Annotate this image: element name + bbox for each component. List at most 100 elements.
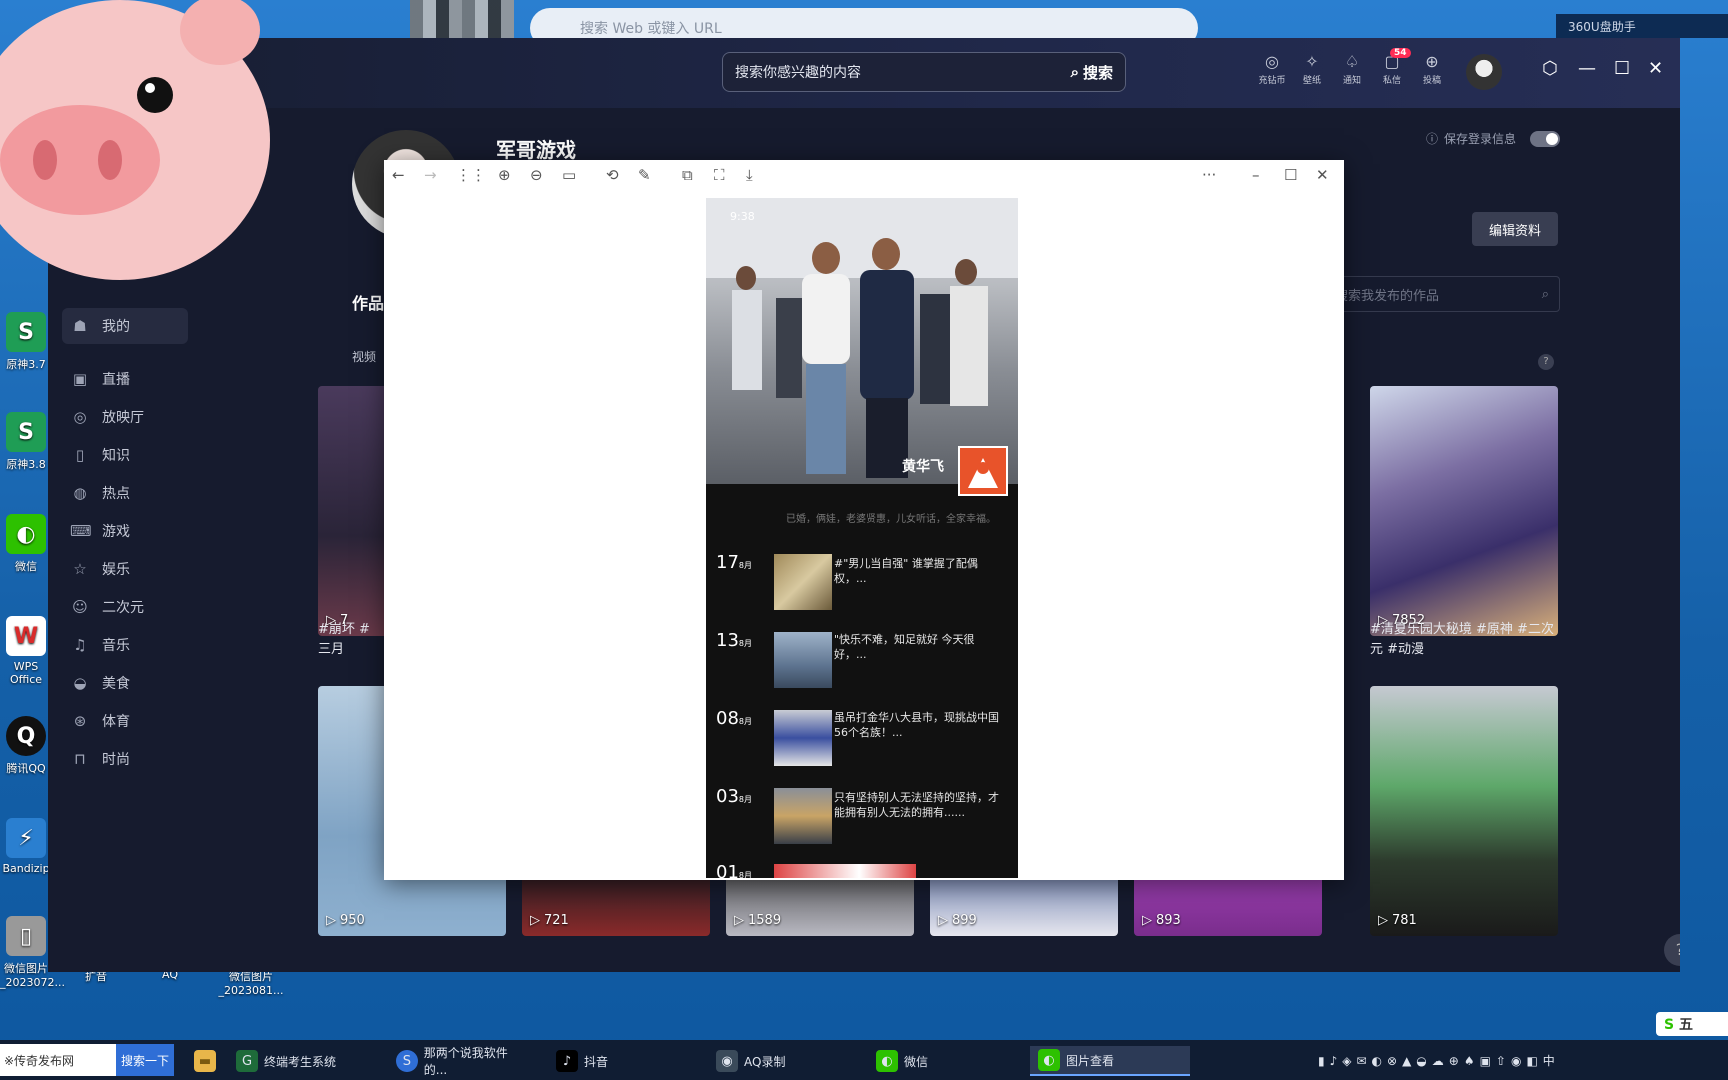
notification-button[interactable]: ♤ 通知 bbox=[1332, 52, 1372, 86]
maximize-icon[interactable]: ☐ bbox=[1614, 58, 1630, 79]
ime-indicator[interactable]: 中 bbox=[1543, 1054, 1560, 1068]
wallpaper-button[interactable]: ✧ 壁纸 bbox=[1292, 52, 1332, 86]
desktop-icon-wechat[interactable]: ◐ 微信 bbox=[0, 514, 52, 574]
sidebar-item-label: 娱乐 bbox=[102, 562, 130, 578]
sidebar-item-label: 知识 bbox=[102, 448, 130, 464]
more-icon[interactable]: ··· bbox=[1202, 166, 1216, 184]
taskbar-app-wechat[interactable]: ◐ 微信 bbox=[868, 1046, 1018, 1076]
taskbar-search-button[interactable]: 搜索一下 bbox=[116, 1044, 174, 1076]
user-avatar[interactable] bbox=[1466, 54, 1502, 90]
minimize-icon[interactable]: – bbox=[1252, 166, 1260, 184]
sidebar-item-label: 二次元 bbox=[102, 600, 144, 616]
search-button-label: 搜索 bbox=[1082, 63, 1113, 82]
works-search-input[interactable]: 搜索我发布的作品 ⌕ bbox=[1328, 276, 1560, 312]
search-button[interactable]: ⌕ 搜索 bbox=[1071, 62, 1113, 83]
filter-video[interactable]: 视频 bbox=[352, 348, 376, 365]
food-icon: ◒ bbox=[73, 674, 87, 692]
taskbar-app-sogou[interactable]: S 那两个说我软件的... bbox=[388, 1046, 538, 1077]
taskbar-app-aq[interactable]: ◉ AQ录制 bbox=[708, 1046, 858, 1076]
sidebar-item-label: 放映厅 bbox=[102, 410, 144, 426]
sogou-icon: S bbox=[1664, 1017, 1675, 1033]
spreadsheet-icon: S bbox=[6, 412, 46, 452]
desktop-icon-genshin-38[interactable]: S 原神3.8 bbox=[0, 412, 52, 472]
search-input[interactable]: 搜索你感兴趣的内容 ⌕ 搜索 bbox=[722, 52, 1126, 92]
close-icon[interactable]: ✕ bbox=[1648, 58, 1663, 79]
back-arrow-icon[interactable]: ← bbox=[392, 166, 405, 184]
grid-icon[interactable]: ⋮⋮ bbox=[456, 166, 486, 184]
desktop-icon-label: 微信图片_2023081... bbox=[218, 970, 284, 997]
edit-icon[interactable]: ✎ bbox=[638, 166, 651, 184]
sidebar-item-label: 体育 bbox=[102, 714, 130, 730]
sidebar-item-game[interactable]: ⌨ 游戏 bbox=[70, 514, 130, 548]
desktop-icon-qq[interactable]: Q 腾讯QQ bbox=[0, 716, 52, 776]
save-icon[interactable]: ⤓ bbox=[746, 166, 753, 184]
sidebar-item-mine[interactable]: ☗ 我的 bbox=[70, 309, 130, 343]
sidebar-item-sports[interactable]: ⊛ 体育 bbox=[70, 704, 130, 738]
wechat-icon: ◐ bbox=[6, 514, 46, 554]
tab-works[interactable]: 作品 bbox=[352, 290, 384, 314]
system-tray[interactable]: ▮♪◈✉◐⊗▲◒☁⊕♠▣⇧◉◧中 bbox=[1318, 1052, 1560, 1069]
taskbar-app-image-viewer[interactable]: ◐ 图片查看 bbox=[1030, 1046, 1190, 1076]
desktop-icon-bandizip[interactable]: ⚡ Bandizip bbox=[0, 818, 52, 875]
minimize-icon[interactable]: — bbox=[1578, 58, 1596, 79]
save-login-toggle[interactable] bbox=[1530, 130, 1561, 147]
play-icon: ▷ bbox=[530, 913, 540, 928]
upload-icon: ⊕ bbox=[1425, 52, 1439, 71]
video-card[interactable]: ▷ 781 bbox=[1370, 686, 1558, 936]
sidebar-item-knowledge[interactable]: ▯ 知识 bbox=[70, 438, 130, 472]
sidebar-item-hot[interactable]: ◍ 热点 bbox=[70, 476, 130, 510]
sidebar-item-music[interactable]: ♫ 音乐 bbox=[70, 628, 130, 662]
taskbar-app-label: 图片查看 bbox=[1066, 1053, 1115, 1068]
sidebar-item-label: 我的 bbox=[102, 319, 130, 335]
desktop-icon-genshin-37[interactable]: S 原神3.7 bbox=[0, 312, 52, 372]
crop-icon[interactable]: ⛶ bbox=[714, 166, 725, 184]
entry-text: 只有坚持别人无法坚持的坚持，才能拥有别人无法的拥有...... bbox=[834, 791, 999, 819]
taskbar-app-label: 微信 bbox=[904, 1054, 929, 1069]
entry-text: 虽吊打金华八大县市，现挑战中国56个名族！... bbox=[834, 711, 999, 739]
forward-arrow-icon[interactable]: → bbox=[424, 166, 437, 184]
save-login-label: 保存登录信息 bbox=[1444, 132, 1517, 146]
works-search-placeholder: 搜索我发布的作品 bbox=[1335, 288, 1440, 304]
edit-profile-button[interactable]: 编辑资料 bbox=[1472, 212, 1558, 246]
taskbar-app-douyin[interactable]: ♪ 抖音 bbox=[548, 1046, 698, 1076]
sidebar-item-anime[interactable]: ☺ 二次元 bbox=[70, 590, 144, 624]
wps-icon: W bbox=[6, 616, 46, 656]
crowd-photo-illustration bbox=[706, 198, 1018, 478]
anime-icon: ☺ bbox=[72, 598, 88, 616]
image-file-icon: ▯ bbox=[6, 916, 46, 956]
video-caption: #清夏乐园大秘境 #原神 #二次元 #动漫 bbox=[1370, 622, 1554, 657]
sidebar-item-live[interactable]: ▣ 直播 bbox=[70, 362, 130, 396]
video-card[interactable]: ▷ 7852 bbox=[1370, 386, 1558, 636]
coin-button[interactable]: ◎ 充钻币 bbox=[1252, 52, 1292, 86]
close-icon[interactable]: ✕ bbox=[1316, 166, 1329, 184]
zoom-in-icon[interactable]: ⊕ bbox=[498, 166, 511, 184]
sidebar-item-fashion[interactable]: ⊓ 时尚 bbox=[70, 742, 130, 776]
settings-icon[interactable]: ⬡ bbox=[1542, 58, 1558, 79]
taskbar-app-exam[interactable]: G 终端考生系统 bbox=[228, 1046, 378, 1076]
rotate-icon[interactable]: ⟲ bbox=[606, 166, 619, 184]
input-method-badge[interactable]: S 五 bbox=[1656, 1012, 1728, 1036]
pig-face-sticker bbox=[0, 0, 270, 280]
entry-date: 018月 bbox=[716, 862, 752, 878]
sidebar-item-label: 美食 bbox=[102, 676, 130, 692]
copy-icon[interactable]: ⧉ bbox=[682, 166, 693, 184]
help-icon[interactable]: ? bbox=[1538, 354, 1554, 370]
sidebar-item-food[interactable]: ◒ 美食 bbox=[70, 666, 130, 700]
desktop-icon-wechat-image[interactable]: ▯ 微信图片_2023072... bbox=[0, 916, 65, 989]
maximize-icon[interactable]: ☐ bbox=[1284, 166, 1297, 184]
fit-icon[interactable]: ▭ bbox=[562, 166, 576, 184]
video-card[interactable]: ▷ 7 bbox=[318, 386, 388, 636]
sidebar-item-entertainment[interactable]: ☆ 娱乐 bbox=[70, 552, 130, 586]
taskbar-search-input[interactable]: ※传奇发布网 bbox=[0, 1044, 116, 1076]
message-label: 私信 bbox=[1382, 76, 1401, 86]
upload-button[interactable]: ⊕ 投稿 bbox=[1412, 52, 1452, 86]
wechat-icon: ◐ bbox=[1038, 1049, 1060, 1071]
desktop-icon-wps[interactable]: W WPS Office bbox=[0, 616, 52, 686]
help-icon[interactable]: ? bbox=[1664, 934, 1680, 966]
entry-thumbnail bbox=[774, 632, 832, 688]
desktop-icon-wechat-image-2[interactable]: 微信图片_2023081... bbox=[214, 968, 288, 997]
message-badge: 54 bbox=[1390, 48, 1411, 58]
taskbar-file-explorer[interactable]: ▬ bbox=[186, 1046, 224, 1076]
zoom-out-icon[interactable]: ⊖ bbox=[530, 166, 543, 184]
sidebar-item-cinema[interactable]: ◎ 放映厅 bbox=[70, 400, 144, 434]
